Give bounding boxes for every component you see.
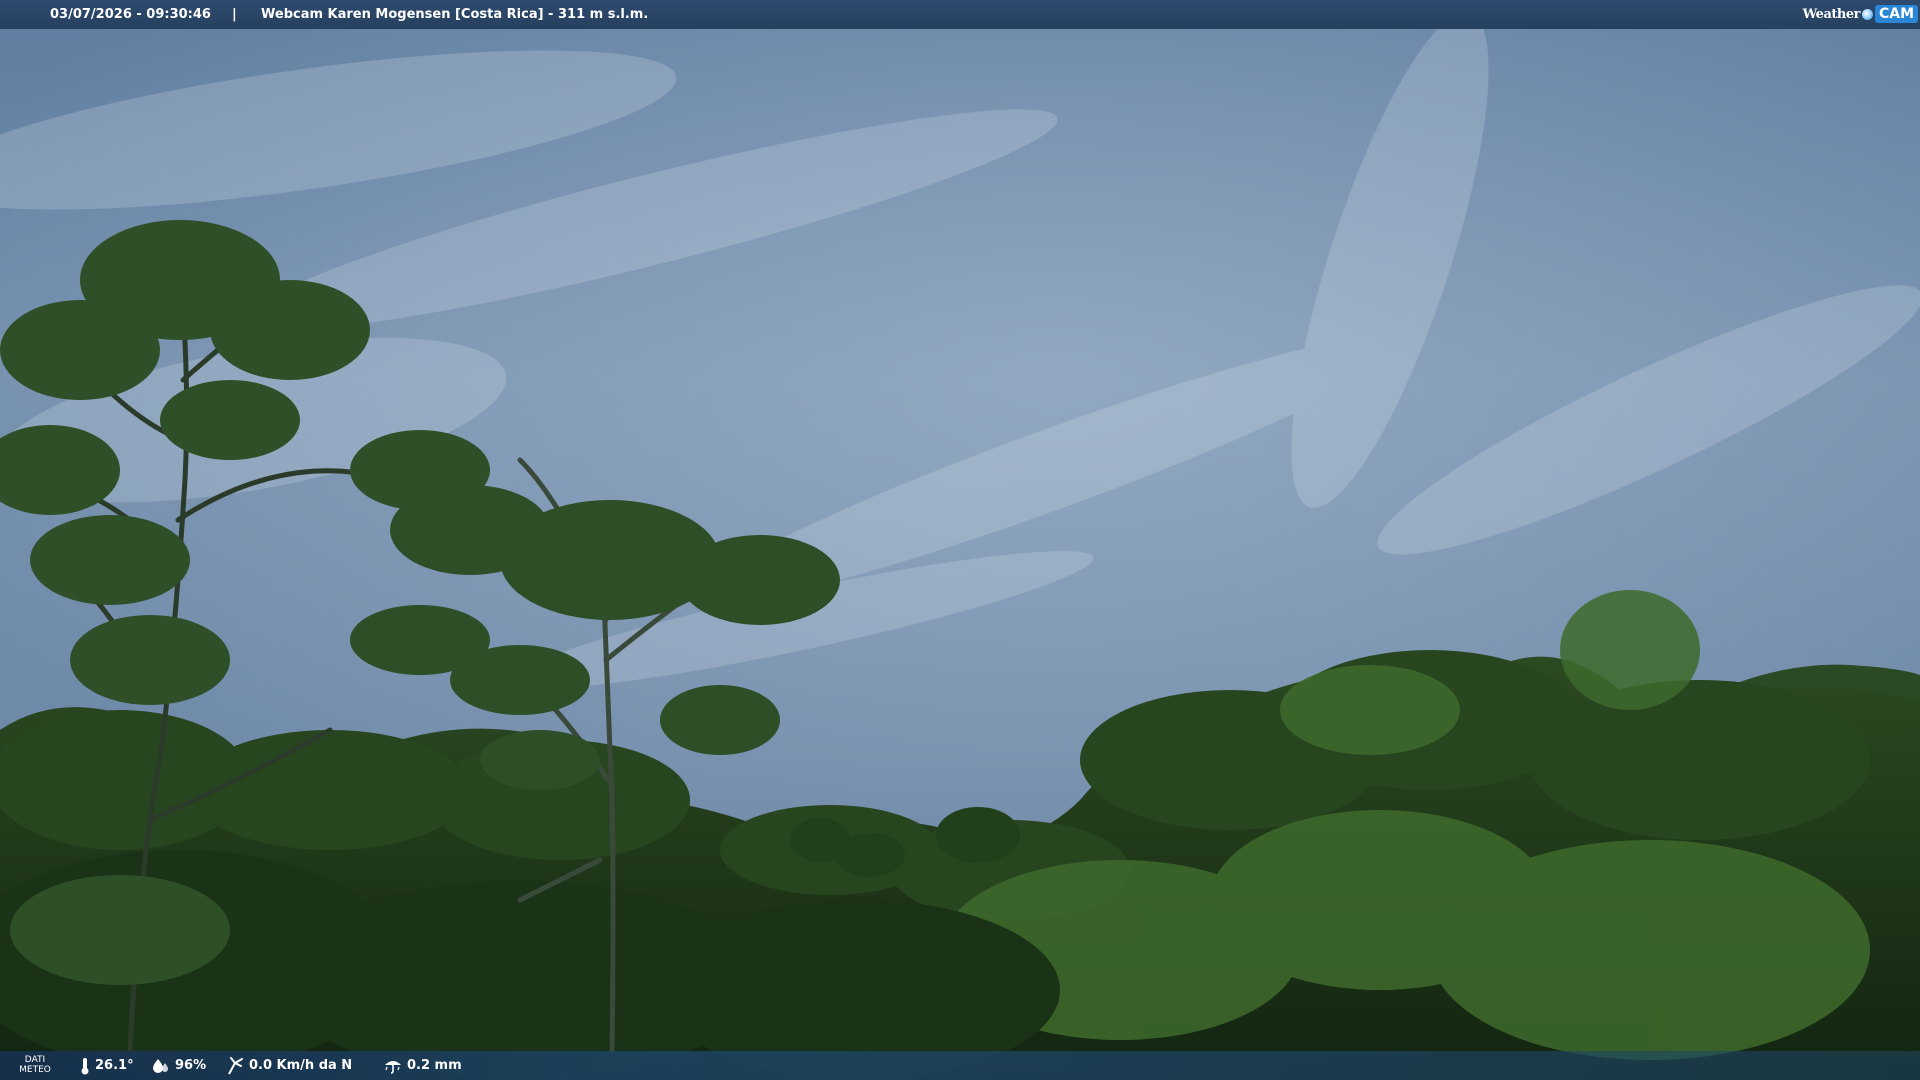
weather-data-label: DATI METEO xyxy=(16,1055,54,1075)
wind-reading: 0.0 Km/h da N xyxy=(226,1051,352,1080)
thermometer-icon xyxy=(80,1057,90,1075)
rain-value: 0.2 mm xyxy=(407,1058,462,1073)
logo-badge: CAM xyxy=(1874,5,1918,23)
temperature-reading: 26.1° xyxy=(80,1051,134,1080)
weather-data-bar: DATI METEO 26.1° 96% 0.0 Km/h da N 0.2 m… xyxy=(0,1051,1920,1080)
humidity-reading: 96% xyxy=(152,1051,206,1080)
weather-data-label-line1: DATI xyxy=(24,1055,46,1065)
wind-icon xyxy=(226,1056,244,1075)
timestamp: 03/07/2026 - 09:30:46 xyxy=(50,7,211,22)
temperature-value: 26.1° xyxy=(95,1058,134,1073)
webcam-image xyxy=(0,0,1920,1080)
weathercam-logo[interactable]: Weather CAM xyxy=(1803,3,1918,25)
webcam-title: Webcam Karen Mogensen [Costa Rica] - 311… xyxy=(261,7,649,22)
wind-value: 0.0 Km/h da N xyxy=(249,1058,353,1073)
header-bar: 03/07/2026 - 09:30:46 | Webcam Karen Mog… xyxy=(0,0,1920,29)
rain-gauge-icon xyxy=(384,1058,402,1074)
weather-data-label-line2: METEO xyxy=(19,1065,51,1075)
humidity-drop-icon xyxy=(152,1058,170,1074)
humidity-value: 96% xyxy=(175,1058,207,1073)
globe-icon xyxy=(1861,8,1873,20)
logo-word: Weather xyxy=(1802,6,1861,22)
header-separator: | xyxy=(232,7,237,22)
rain-reading: 0.2 mm xyxy=(384,1051,462,1080)
